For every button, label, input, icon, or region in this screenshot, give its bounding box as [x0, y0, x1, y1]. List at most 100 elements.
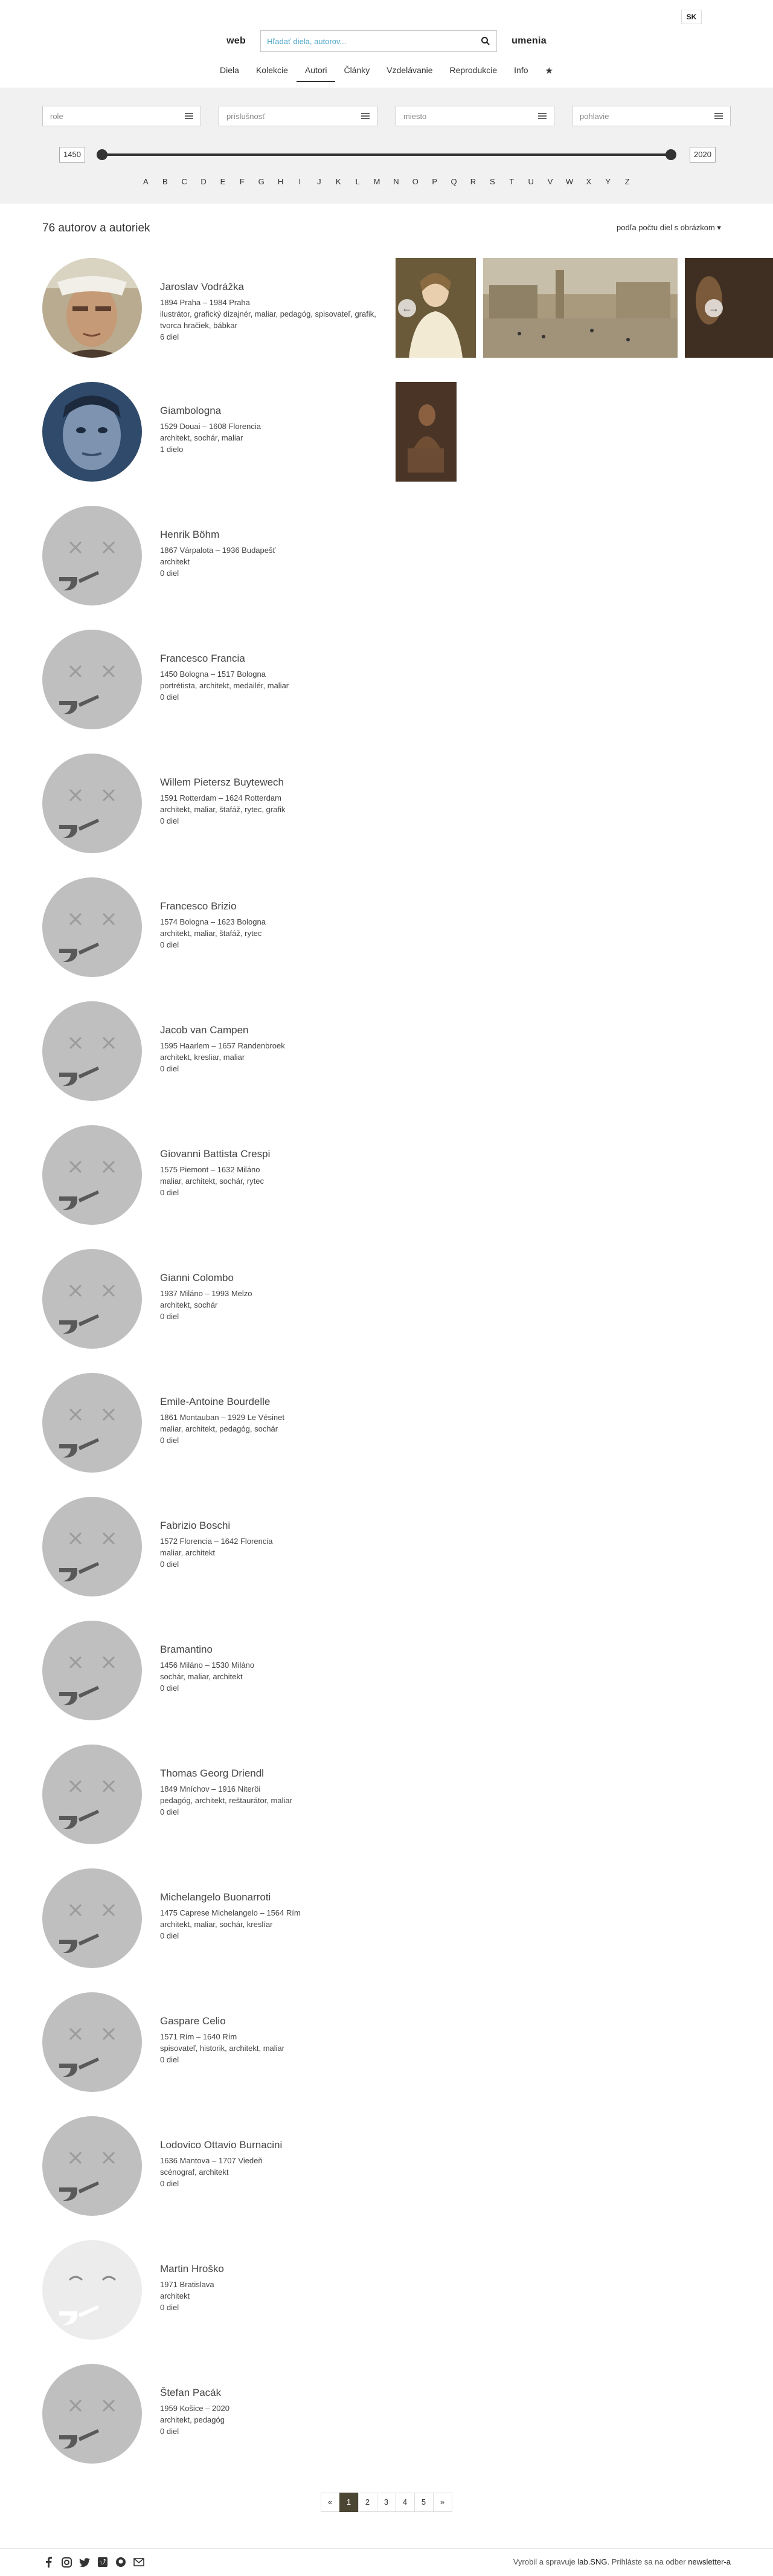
nav-clanky[interactable]: Články: [335, 63, 378, 82]
author-placeholder-avatar[interactable]: [42, 1497, 142, 1596]
alphabet-letter-r[interactable]: R: [468, 177, 478, 186]
brand-right[interactable]: umenia: [512, 36, 547, 47]
alphabet-letter-g[interactable]: G: [256, 177, 266, 186]
nav-reprodukcie[interactable]: Reprodukcie: [441, 63, 506, 82]
gender-select[interactable]: pohlavie: [572, 106, 731, 126]
alphabet-letter-c[interactable]: C: [179, 177, 190, 186]
author-photo[interactable]: [42, 382, 142, 482]
sort-dropdown[interactable]: podľa počtu diel s obrázkom ▾: [617, 223, 721, 233]
alphabet-letter-j[interactable]: J: [314, 177, 324, 186]
search-input[interactable]: [267, 36, 481, 46]
pagination-prev[interactable]: «: [320, 2493, 340, 2512]
favorites-star-icon[interactable]: ★: [537, 63, 562, 82]
gallery-next-arrow-icon[interactable]: →: [705, 299, 723, 317]
year-to-input[interactable]: 2020: [690, 147, 716, 163]
alphabet-letter-z[interactable]: Z: [622, 177, 632, 186]
twitter-icon[interactable]: [79, 2556, 91, 2568]
alphabet-letter-d[interactable]: D: [199, 177, 209, 186]
author-placeholder-avatar[interactable]: [42, 1745, 142, 1844]
place-select[interactable]: miesto: [396, 106, 554, 126]
instagram-icon[interactable]: [60, 2556, 72, 2568]
artwork-thumbnail[interactable]: [685, 258, 773, 358]
alphabet-letter-b[interactable]: B: [160, 177, 170, 186]
alphabet-letter-x[interactable]: X: [583, 177, 594, 186]
author-placeholder-avatar[interactable]: [42, 754, 142, 853]
pagination-page-1[interactable]: 1: [339, 2493, 359, 2512]
newsletter-link[interactable]: newsletter-a: [688, 2557, 731, 2566]
author-name[interactable]: Henrik Böhm: [160, 529, 377, 541]
author-name[interactable]: Jaroslav Vodrážka: [160, 281, 377, 293]
author-placeholder-avatar[interactable]: [42, 630, 142, 729]
author-placeholder-avatar[interactable]: [42, 2116, 142, 2216]
credits-org-link[interactable]: lab.SNG: [577, 2557, 607, 2566]
author-placeholder-avatar[interactable]: [42, 1001, 142, 1101]
github-icon[interactable]: [115, 2556, 127, 2568]
artwork-thumbnail[interactable]: [483, 258, 678, 358]
pagination-page-4[interactable]: 4: [395, 2493, 415, 2512]
brand-left[interactable]: web: [226, 36, 246, 47]
alphabet-letter-k[interactable]: K: [333, 177, 344, 186]
alphabet-letter-a[interactable]: A: [141, 177, 151, 186]
facebook-icon[interactable]: [42, 2556, 54, 2568]
alphabet-letter-s[interactable]: S: [487, 177, 498, 186]
author-name[interactable]: Gianni Colombo: [160, 1272, 377, 1284]
author-placeholder-avatar[interactable]: [42, 1125, 142, 1225]
author-placeholder-avatar[interactable]: [42, 2240, 142, 2340]
author-placeholder-avatar[interactable]: [42, 2364, 142, 2464]
author-name[interactable]: Giambologna: [160, 405, 377, 417]
author-name[interactable]: Emile-Antoine Bourdelle: [160, 1396, 377, 1408]
pagination-next[interactable]: »: [432, 2493, 452, 2512]
pagination-page-2[interactable]: 2: [358, 2493, 377, 2512]
alphabet-letter-u[interactable]: U: [526, 177, 536, 186]
author-placeholder-avatar[interactable]: [42, 1621, 142, 1720]
nav-info[interactable]: Info: [505, 63, 536, 82]
year-from-handle[interactable]: [97, 149, 107, 160]
alphabet-letter-w[interactable]: W: [564, 177, 574, 186]
alphabet-letter-h[interactable]: H: [275, 177, 286, 186]
nav-kolekcie[interactable]: Kolekcie: [248, 63, 297, 82]
author-name[interactable]: Thomas Georg Driendl: [160, 1767, 377, 1780]
nav-diela[interactable]: Diela: [211, 63, 248, 82]
alphabet-letter-m[interactable]: M: [372, 177, 382, 186]
author-name[interactable]: Francesco Brizio: [160, 900, 377, 912]
author-name[interactable]: Martin Hroško: [160, 2263, 377, 2275]
language-switch[interactable]: SK: [681, 10, 702, 24]
author-name[interactable]: Giovanni Battista Crespi: [160, 1148, 377, 1160]
author-name[interactable]: Gaspare Celio: [160, 2015, 377, 2027]
alphabet-letter-l[interactable]: L: [353, 177, 363, 186]
author-placeholder-avatar[interactable]: [42, 506, 142, 605]
year-range-track[interactable]: [101, 153, 672, 156]
nav-vzdelavanie[interactable]: Vzdelávanie: [378, 63, 441, 82]
alphabet-letter-o[interactable]: O: [410, 177, 420, 186]
author-placeholder-avatar[interactable]: [42, 1992, 142, 2092]
alphabet-letter-i[interactable]: I: [295, 177, 305, 186]
year-to-handle[interactable]: [666, 149, 676, 160]
vimeo-icon[interactable]: [97, 2556, 109, 2568]
alphabet-letter-t[interactable]: T: [507, 177, 517, 186]
alphabet-letter-n[interactable]: N: [391, 177, 401, 186]
author-placeholder-avatar[interactable]: [42, 877, 142, 977]
mail-icon[interactable]: [133, 2556, 145, 2568]
alphabet-letter-p[interactable]: P: [429, 177, 440, 186]
author-name[interactable]: Štefan Pacák: [160, 2387, 377, 2399]
author-name[interactable]: Jacob van Campen: [160, 1024, 377, 1036]
author-placeholder-avatar[interactable]: [42, 1868, 142, 1968]
year-from-input[interactable]: 1450: [59, 147, 85, 163]
affiliation-select[interactable]: príslušnosť: [219, 106, 377, 126]
alphabet-letter-v[interactable]: V: [545, 177, 556, 186]
author-name[interactable]: Bramantino: [160, 1644, 377, 1656]
artwork-thumbnail[interactable]: [396, 382, 457, 482]
author-name[interactable]: Willem Pietersz Buytewech: [160, 776, 377, 789]
search-icon[interactable]: [481, 36, 490, 46]
author-name[interactable]: Michelangelo Buonarroti: [160, 1891, 377, 1903]
author-photo[interactable]: [42, 258, 142, 358]
author-name[interactable]: Lodovico Ottavio Burnacini: [160, 2139, 377, 2151]
role-select[interactable]: role: [42, 106, 201, 126]
alphabet-letter-q[interactable]: Q: [449, 177, 459, 186]
nav-autori[interactable]: Autori: [296, 63, 336, 82]
author-placeholder-avatar[interactable]: [42, 1249, 142, 1349]
author-placeholder-avatar[interactable]: [42, 1373, 142, 1473]
alphabet-letter-y[interactable]: Y: [603, 177, 613, 186]
pagination-page-3[interactable]: 3: [376, 2493, 396, 2512]
author-name[interactable]: Fabrizio Boschi: [160, 1520, 377, 1532]
